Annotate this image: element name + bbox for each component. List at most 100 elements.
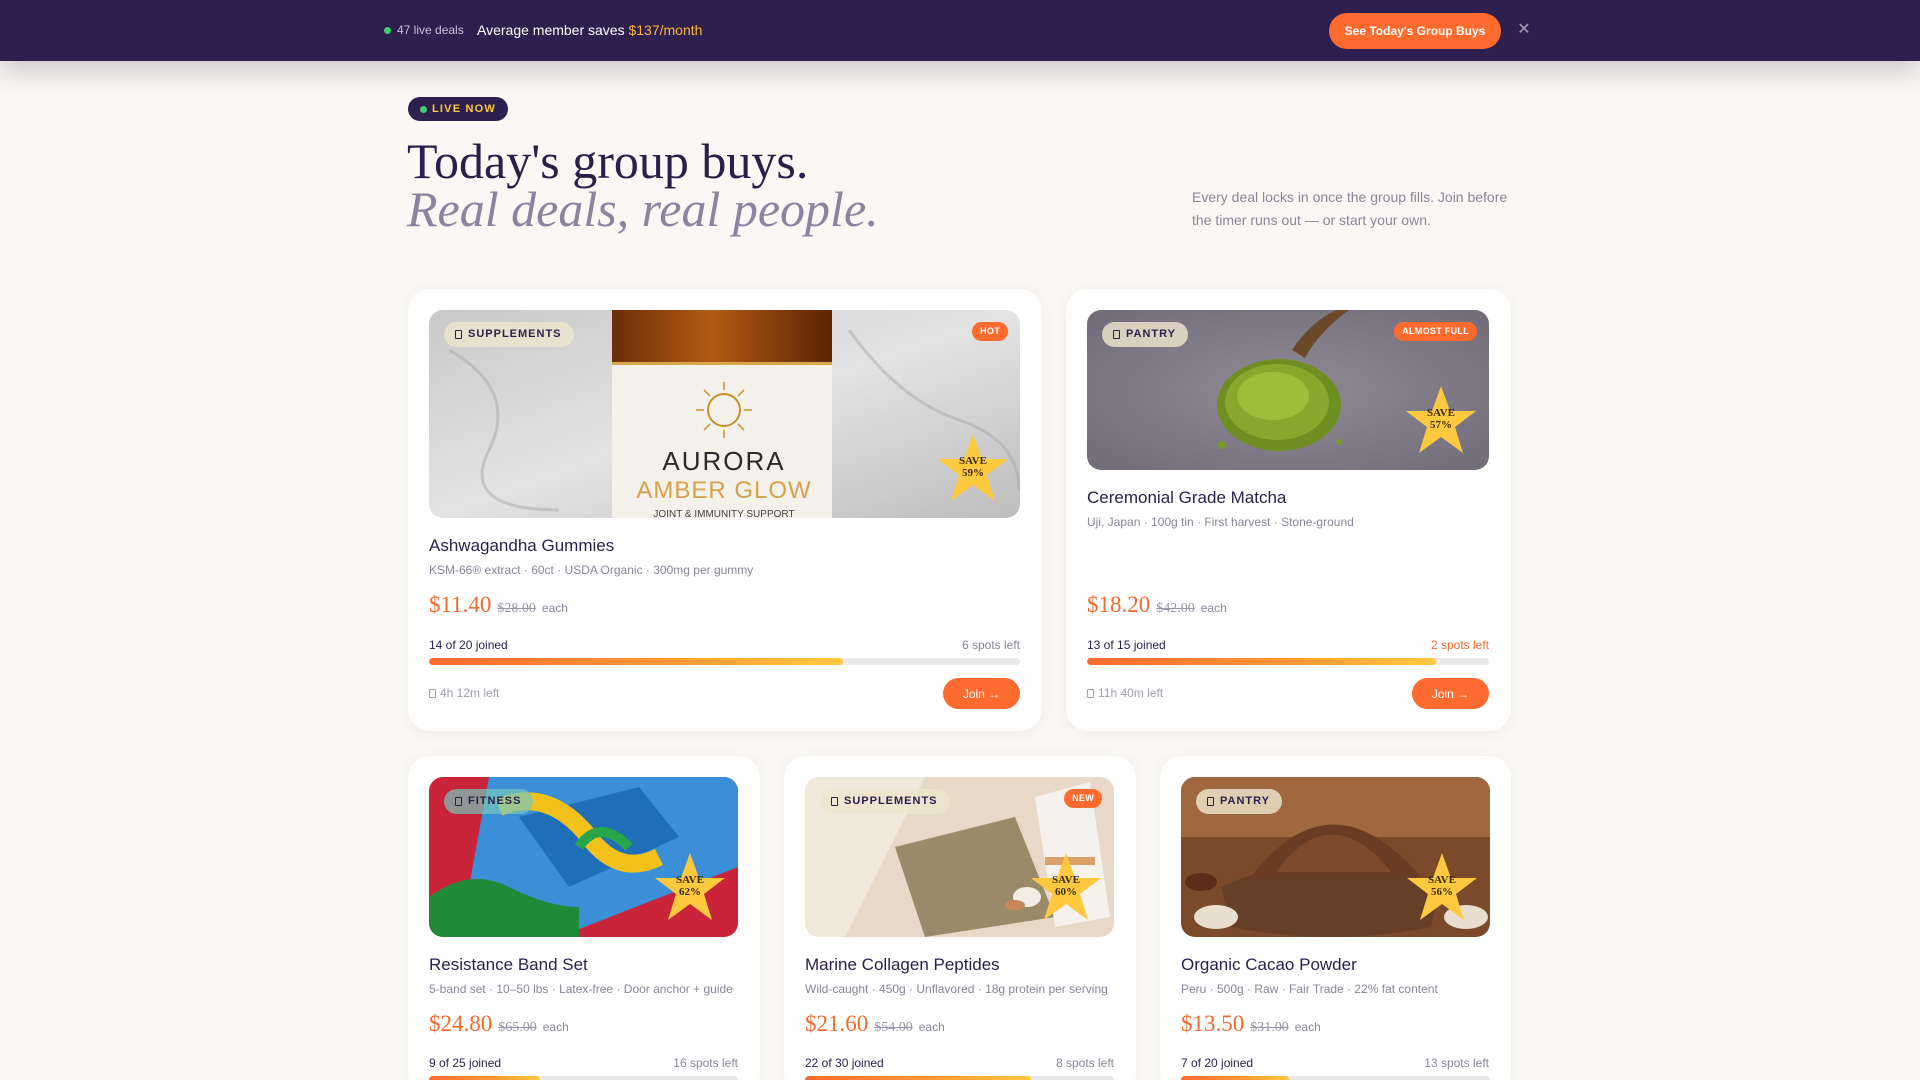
member-savings-text: Average member saves $137/month [477, 22, 702, 38]
save-star-badge: SAVE 60% [1030, 851, 1102, 923]
time-left: 4h 12m left [429, 686, 499, 700]
price-unit: each [1200, 601, 1227, 615]
deal-price: $21.60 [805, 1011, 869, 1036]
deal-card-cacao[interactable]: PANTRY SAVE 56% Organic Cacao Powder Per… [1160, 756, 1511, 1080]
save-star-badge: SAVE 59% [937, 432, 1009, 504]
page-description: Every deal locks in once the group fills… [1192, 189, 1508, 228]
save-star-badge: SAVE 56% [1406, 851, 1478, 923]
joined-count: 7 of 20 joined [1181, 1056, 1254, 1070]
original-price: $42.00 [1156, 601, 1195, 616]
savings-prefix: Average member saves [477, 22, 629, 38]
joined-count: 13 of 15 joined [1087, 638, 1166, 652]
product-name: Ashwagandha Gummies [429, 536, 615, 555]
clock-icon [1087, 689, 1094, 698]
deal-card-resistance-band[interactable]: FITNESS SAVE 62% Resistance Band Set 5-b… [408, 756, 760, 1080]
join-button[interactable]: Join → [943, 678, 1020, 709]
progress-fill [429, 1076, 541, 1080]
product-name: Ceremonial Grade Matcha [1087, 488, 1287, 507]
category-tag: SUPPLEMENTS [820, 789, 950, 814]
original-price: $54.00 [874, 1020, 913, 1035]
category-tag: PANTRY [1196, 789, 1282, 814]
deal-price: $24.80 [429, 1011, 493, 1036]
product-name: Resistance Band Set [429, 955, 588, 974]
group-progress-bar [429, 1076, 738, 1080]
joined-count: 22 of 30 joined [805, 1056, 884, 1070]
spots-left: 13 spots left [1424, 1056, 1489, 1070]
product-specs: KSM-66® extract · 60ct · USDA Organic · … [429, 563, 754, 577]
spots-left: 16 spots left [673, 1056, 738, 1070]
group-progress-bar [429, 658, 1020, 665]
savings-amount: $137/month [628, 22, 703, 38]
live-deals-count: 47 live deals [397, 23, 464, 37]
save-star-badge: SAVE 57% [1405, 384, 1477, 456]
new-badge: NEW [1064, 789, 1102, 808]
tag-icon [831, 797, 838, 806]
save-percent: 62% [679, 886, 701, 898]
save-star-badge: SAVE 62% [654, 851, 726, 923]
product-image: SUPPLEMENTS NEW SAVE 60% [805, 777, 1114, 937]
group-progress-bar [1087, 658, 1489, 665]
bottle-brand-text: AURORA [662, 446, 785, 476]
price-row: $13.50 $31.00 each [1181, 1011, 1321, 1041]
save-percent: 57% [1430, 419, 1452, 431]
save-word: SAVE [959, 455, 987, 467]
category-tag: FITNESS [444, 789, 534, 814]
product-specs: Peru · 500g · Raw · Fair Trade · 22% fat… [1181, 982, 1438, 996]
deal-price: $18.20 [1087, 592, 1151, 617]
tag-icon [455, 797, 462, 806]
deal-card-collagen[interactable]: SUPPLEMENTS NEW SAVE 60% Marine Collagen… [784, 756, 1136, 1080]
product-image: PANTRY ALMOST FULL SAVE 57% [1087, 310, 1489, 470]
price-unit: each [541, 601, 568, 615]
progress-fill [429, 658, 843, 665]
deal-card-matcha[interactable]: PANTRY ALMOST FULL SAVE 57% Ceremonial G… [1066, 289, 1511, 731]
see-group-buys-button[interactable]: See Today's Group Buys [1329, 13, 1501, 49]
close-icon[interactable]: ✕ [1515, 20, 1533, 40]
tag-icon [455, 330, 462, 339]
bottle-product-text: AMBER GLOW [636, 477, 811, 504]
almost-full-badge: ALMOST FULL [1394, 322, 1477, 341]
product-specs: 5-band set · 10–50 lbs · Latex-free · Do… [429, 982, 733, 996]
product-image: PANTRY SAVE 56% [1181, 777, 1490, 937]
join-button[interactable]: Join → [1412, 678, 1489, 709]
category-label: SUPPLEMENTS [468, 328, 562, 340]
promo-banner: 47 live deals Average member saves $137/… [0, 0, 1920, 61]
tag-icon [1207, 797, 1214, 806]
deal-price: $11.40 [429, 592, 492, 617]
group-progress-bar [1181, 1076, 1490, 1080]
product-specs: Wild-caught · 450g · Unflavored · 18g pr… [805, 982, 1108, 996]
joined-count: 9 of 25 joined [429, 1056, 502, 1070]
product-image: FITNESS SAVE 62% [429, 777, 738, 937]
category-label: FITNESS [468, 795, 522, 807]
tag-icon [1113, 330, 1120, 339]
progress-fill [1087, 658, 1436, 665]
price-row: $18.20 $42.00 each [1087, 592, 1227, 622]
product-name: Organic Cacao Powder [1181, 955, 1357, 974]
price-unit: each [542, 1020, 569, 1034]
product-image: AURORA AMBER GLOW JOINT & IMMUNITY SUPPO… [429, 310, 1020, 518]
clock-icon [429, 689, 436, 698]
save-word: SAVE [1052, 874, 1080, 886]
price-unit: each [1294, 1020, 1321, 1034]
category-label: PANTRY [1126, 328, 1176, 340]
price-row: $21.60 $54.00 each [805, 1011, 945, 1041]
deal-card-ashwagandha[interactable]: AURORA AMBER GLOW JOINT & IMMUNITY SUPPO… [408, 289, 1042, 731]
save-word: SAVE [676, 874, 704, 886]
save-word: SAVE [1428, 874, 1456, 886]
spots-left: 2 spots left [1430, 638, 1489, 652]
category-label: SUPPLEMENTS [844, 795, 938, 807]
group-progress-bar [805, 1076, 1114, 1080]
spots-left: 8 spots left [1055, 1056, 1114, 1070]
product-name: Marine Collagen Peptides [805, 955, 1000, 974]
live-indicator-dot [384, 27, 391, 34]
bottle-tagline-text: JOINT & IMMUNITY SUPPORT [653, 509, 794, 518]
live-now-label: LIVE NOW [432, 103, 496, 115]
live-now-badge: LIVE NOW [408, 97, 508, 121]
price-unit: each [918, 1020, 945, 1034]
progress-fill [1181, 1076, 1290, 1080]
price-row: $11.40 $28.00 each [429, 592, 568, 622]
time-left: 11h 40m left [1087, 686, 1163, 700]
deal-price: $13.50 [1181, 1011, 1245, 1036]
original-price: $65.00 [498, 1020, 537, 1035]
original-price: $31.00 [1250, 1020, 1289, 1035]
save-word: SAVE [1427, 407, 1455, 419]
